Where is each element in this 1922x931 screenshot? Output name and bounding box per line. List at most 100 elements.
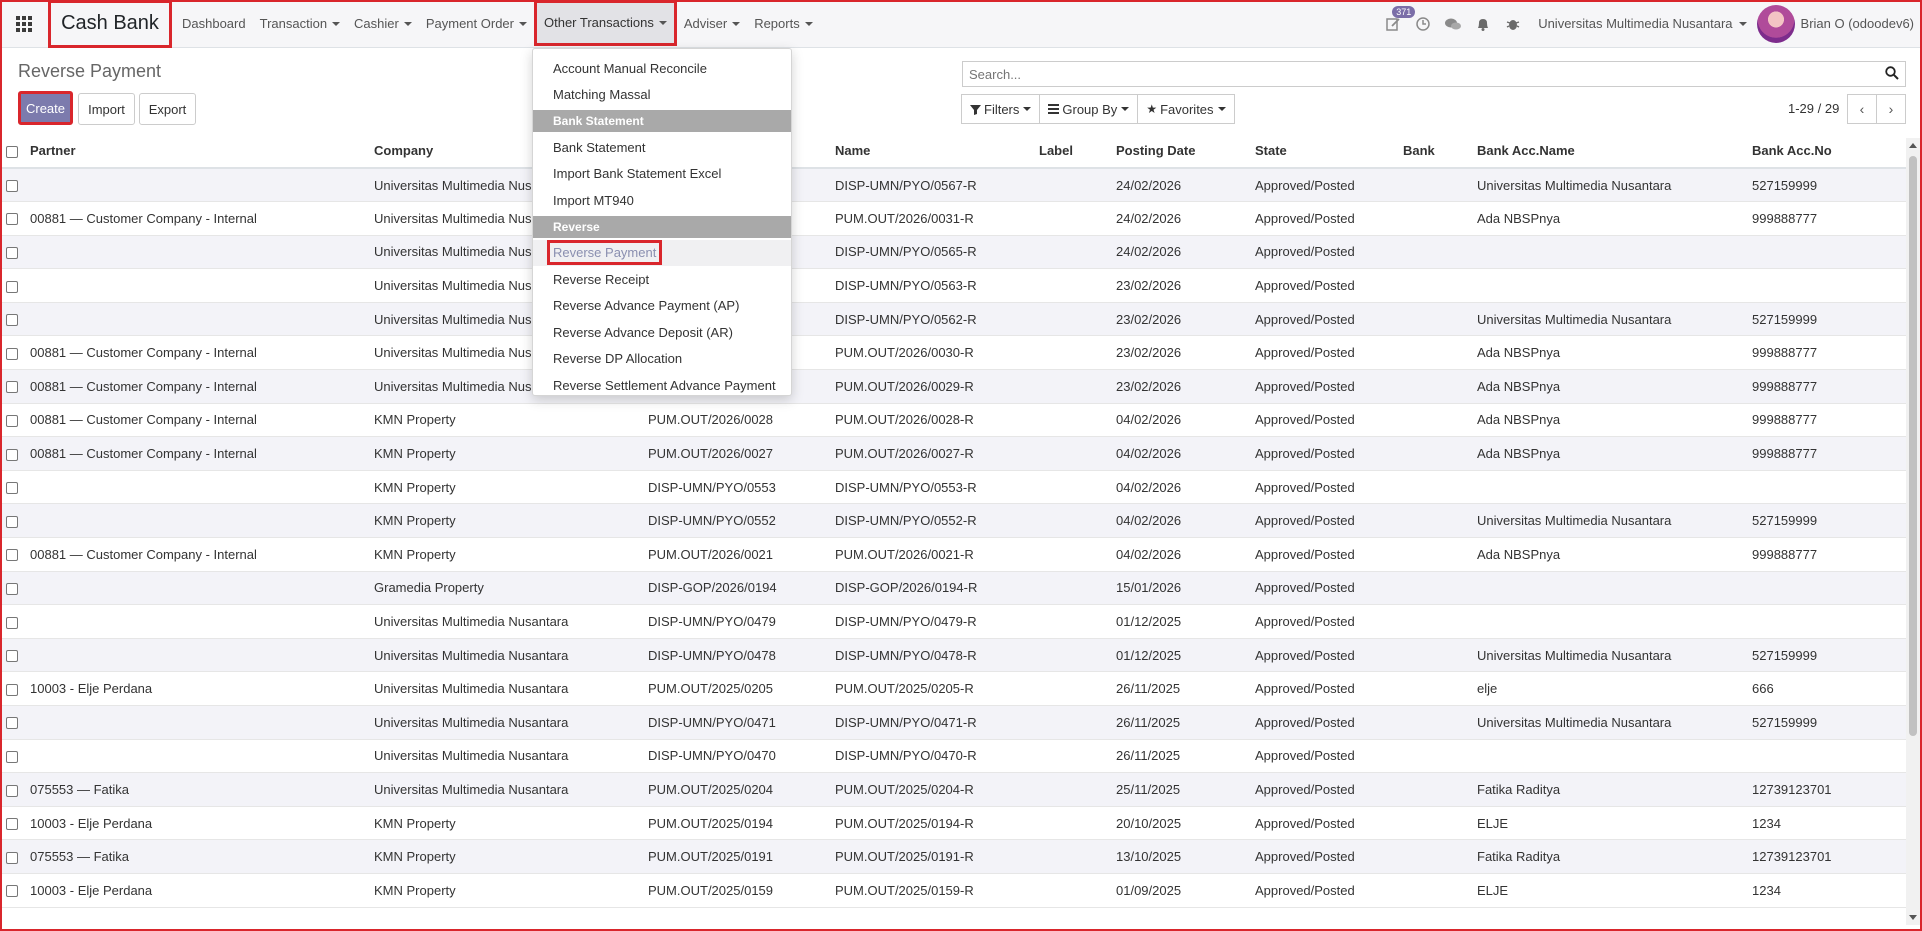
scroll-down-icon[interactable] [1909,915,1917,920]
dropdown-item-reverse-payment[interactable]: Reverse Payment [533,239,791,266]
table-row[interactable]: Universitas Multimedia Nusantara DISP-UMN… [2,638,1906,673]
favorites-button[interactable]: ★ Favorites [1137,94,1235,124]
import-button[interactable]: Import [78,93,135,125]
activity-edit-icon[interactable]: 371 [1378,0,1416,48]
table-row[interactable]: 10003 - Elje Perdana KMN Property PUM.OUT/… [2,873,1906,908]
row-checkbox[interactable] [6,213,18,226]
row-checkbox[interactable] [6,482,18,495]
row-checkbox[interactable] [6,247,18,260]
menu-other-transactions[interactable]: Other Transactions [534,0,677,46]
row-checkbox[interactable] [6,515,18,528]
clock-icon[interactable] [1408,0,1438,48]
dropdown-item-reverse-dp-allocation[interactable]: Reverse DP Allocation [533,346,791,373]
debug-bug-icon[interactable] [1498,0,1528,48]
pager-value[interactable]: 1-29 / 29 [1788,101,1839,116]
table-row[interactable]: Universitas Multimedia Nusantara DISP-UMN… [2,168,1906,203]
menu-adviser[interactable]: Adviser [677,0,747,48]
dropdown-item-import-bank-statement-excel[interactable]: Import Bank Statement Excel [533,161,791,188]
menu-payment-order[interactable]: Payment Order [419,0,534,48]
column-header[interactable]: Bank [1399,134,1473,169]
row-checkbox[interactable] [6,650,18,663]
row-checkbox[interactable] [6,818,18,831]
menu-transaction[interactable]: Transaction [253,0,347,48]
pager-previous-button[interactable]: ‹ [1847,94,1877,124]
column-header[interactable]: Partner [26,134,370,169]
search-input[interactable] [963,62,1863,86]
row-checkbox[interactable] [6,448,18,461]
row-checkbox[interactable] [6,851,18,864]
row-checkbox[interactable] [6,616,18,629]
column-header[interactable]: Label [1035,134,1112,169]
bell-icon[interactable] [1468,0,1498,48]
table-row[interactable]: KMN Property DISP-UMN/PYO/0553 DISP-UMN/PY… [2,470,1906,505]
dropdown-item-import-mt940[interactable]: Import MT940 [533,187,791,214]
table-row[interactable]: 00881 — Customer Company - Internal KMN P… [2,436,1906,471]
table-row[interactable]: Universitas Multimedia Nusantara DISP-UMN… [2,705,1906,740]
row-checkbox[interactable] [6,180,18,193]
table-row[interactable]: Universitas Multimedia Nusantara DISP-UMN… [2,235,1906,270]
table-cell: Approved/Posted [1251,671,1399,706]
favorites-label: Favorites [1160,101,1214,117]
row-checkbox[interactable] [6,582,18,595]
dropdown-item-matching-massal[interactable]: Matching Massal [533,82,791,109]
dropdown-item-reverse-settlement-advance-payment[interactable]: Reverse Settlement Advance Payment [533,372,791,399]
row-checkbox[interactable] [6,784,18,797]
row-checkbox[interactable] [6,280,18,293]
column-header[interactable]: Bank Acc.No [1748,134,1906,169]
table-row[interactable]: 00881 — Customer Company - Internal KMN P… [2,403,1906,438]
table-row[interactable]: 075553 — Fatika Universitas Multimedia Nu… [2,772,1906,807]
scrollbar-thumb[interactable] [1909,156,1917,736]
row-checkbox[interactable] [6,717,18,730]
table-row[interactable]: Gramedia Property DISP-GOP/2026/0194 DISP-… [2,571,1906,606]
row-checkbox[interactable] [6,750,18,763]
table-row[interactable]: 00881 — Customer Company - Internal Unive… [2,335,1906,371]
row-checkbox[interactable] [6,381,18,394]
table-row[interactable]: KMN Property DISP-UMN/PYO/0552 DISP-UMN/PY… [2,503,1906,539]
create-button[interactable]: Create [18,91,73,125]
row-checkbox[interactable] [6,549,18,562]
search-icon[interactable] [1885,66,1899,80]
table-row[interactable]: Universitas Multimedia Nusantara DISP-UMN… [2,739,1906,774]
table-row[interactable]: 10003 - Elje Perdana Universitas Multimed… [2,671,1906,706]
dropdown-item-reverse-advance-deposit-ar[interactable]: Reverse Advance Deposit (AR) [533,319,791,346]
menu-dashboard[interactable]: Dashboard [175,0,253,48]
table-cell [26,638,370,673]
row-checkbox[interactable] [6,415,18,428]
dropdown-item-reverse-receipt[interactable]: Reverse Receipt [533,266,791,293]
scroll-up-icon[interactable] [1909,143,1917,148]
table-cell: 527159999 [1748,302,1906,337]
table-row[interactable]: Universitas Multimedia Nusantara DISP-UMN… [2,302,1906,337]
menu-cashier[interactable]: Cashier [347,0,419,48]
row-checkbox[interactable] [6,347,18,360]
export-button[interactable]: Export [139,93,196,125]
app-brand[interactable]: Cash Bank [48,0,172,48]
table-row[interactable]: Universitas Multimedia Nusantara DISP-UMN… [2,604,1906,639]
table-row[interactable]: 075553 — Fatika KMN Property PUM.OUT/2025/… [2,839,1906,874]
row-checkbox[interactable] [6,683,18,696]
apps-menu-icon[interactable] [0,0,48,48]
menu-reports[interactable]: Reports [747,0,820,48]
chat-icon[interactable] [1438,0,1468,48]
row-checkbox[interactable] [6,885,18,898]
dropdown-item-account-manual-reconcile[interactable]: Account Manual Reconcile [533,55,791,82]
column-header[interactable]: Posting Date [1112,134,1251,169]
vertical-scrollbar[interactable] [1906,138,1920,925]
dropdown-item-bank-statement[interactable]: Bank Statement [533,134,791,161]
select-all-checkbox[interactable] [6,145,18,158]
group-by-button[interactable]: Group By [1039,94,1139,124]
filters-button[interactable]: Filters [961,94,1041,124]
dropdown-item-reverse-advance-payment-ap[interactable]: Reverse Advance Payment (AP) [533,293,791,320]
table-row[interactable]: 10003 - Elje Perdana KMN Property PUM.OUT/… [2,806,1906,841]
table-row[interactable]: 00881 — Customer Company - Internal Unive… [2,201,1906,236]
column-header[interactable]: Bank Acc.Name [1473,134,1748,169]
table-row[interactable]: 00881 — Customer Company - Internal Unive… [2,369,1906,404]
table-row[interactable]: Universitas Multimedia Nusantara DISP-UMN… [2,268,1906,303]
table-row[interactable]: 00881 — Customer Company - Internal KMN P… [2,537,1906,572]
column-header[interactable]: Name [831,134,1035,169]
user-menu[interactable]: Brian O (odoodev6) [1756,4,1914,43]
column-header[interactable]: State [1251,134,1399,169]
table-cell: Approved/Posted [1251,537,1399,572]
pager-next-button[interactable]: › [1876,94,1906,124]
company-switcher[interactable]: Universitas Multimedia Nusantara [1528,16,1756,31]
row-checkbox[interactable] [6,314,18,327]
